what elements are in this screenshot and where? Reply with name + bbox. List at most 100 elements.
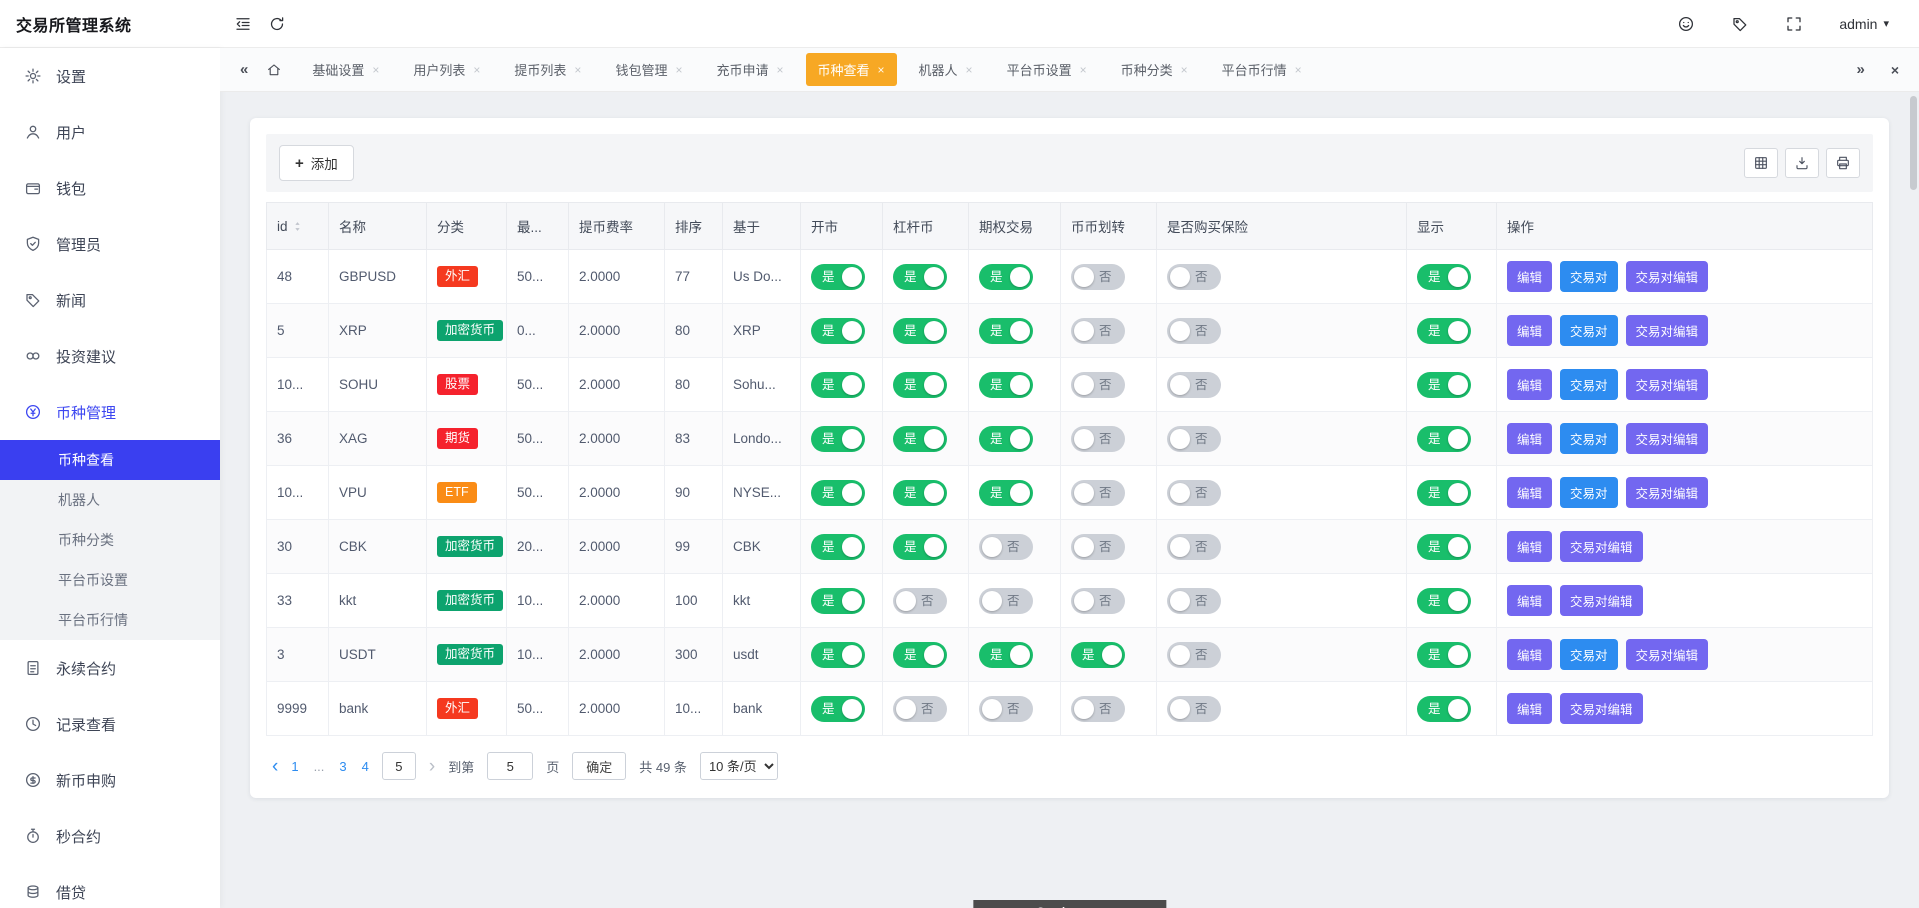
- user-dropdown[interactable]: admin ▾: [1839, 16, 1889, 32]
- sidebar-subitem-机器人[interactable]: 机器人: [0, 480, 220, 520]
- toggle-off[interactable]: 否: [979, 533, 1033, 560]
- tab-币种查看[interactable]: 币种查看 ×: [805, 53, 897, 86]
- tab-币种分类[interactable]: 币种分类 ×: [1109, 53, 1200, 86]
- current-page[interactable]: 5: [381, 752, 416, 780]
- toggle-on[interactable]: 是: [893, 371, 947, 398]
- toggle-on[interactable]: 是: [1417, 263, 1471, 290]
- tabs-scroll-left-icon[interactable]: «: [234, 61, 254, 78]
- toggle-on[interactable]: 是: [811, 263, 865, 290]
- page-size-select[interactable]: 10 条/页: [699, 752, 778, 780]
- confirm-button[interactable]: 确定: [572, 752, 627, 780]
- toggle-on[interactable]: 是: [811, 479, 865, 506]
- print-icon[interactable]: [1826, 148, 1860, 178]
- page-number-1[interactable]: 1: [291, 759, 298, 774]
- toggle-on[interactable]: 是: [893, 641, 947, 668]
- toggle-on[interactable]: 是: [979, 263, 1033, 290]
- toggle-on[interactable]: 是: [893, 425, 947, 452]
- action-button-编辑[interactable]: 编辑: [1507, 261, 1553, 292]
- sidebar-item-新币申购[interactable]: 新币申购: [0, 752, 220, 808]
- toggle-off[interactable]: 否: [1167, 533, 1221, 560]
- refresh-icon[interactable]: [268, 15, 286, 33]
- tab-钱包管理[interactable]: 钱包管理 ×: [603, 53, 694, 86]
- prev-page-icon[interactable]: ‹: [272, 757, 278, 776]
- toggle-on[interactable]: 是: [979, 641, 1033, 668]
- toggle-on[interactable]: 是: [811, 587, 865, 614]
- action-button-交易对编辑[interactable]: 交易对编辑: [1625, 369, 1709, 400]
- tab-close-icon[interactable]: ×: [372, 64, 379, 76]
- tab-close-icon[interactable]: ×: [675, 64, 682, 76]
- toggle-off[interactable]: 否: [893, 695, 947, 722]
- action-button-交易对[interactable]: 交易对: [1560, 261, 1618, 292]
- next-page-icon[interactable]: ›: [429, 757, 435, 776]
- home-icon[interactable]: [260, 62, 288, 78]
- sidebar-item-新闻[interactable]: 新闻: [0, 272, 220, 328]
- action-button-编辑[interactable]: 编辑: [1507, 423, 1553, 454]
- action-button-交易对编辑[interactable]: 交易对编辑: [1625, 261, 1709, 292]
- toggle-on[interactable]: 是: [1417, 371, 1471, 398]
- toggle-off[interactable]: 否: [1167, 695, 1221, 722]
- toggle-off[interactable]: 否: [1071, 317, 1125, 344]
- toggle-off[interactable]: 否: [1071, 695, 1125, 722]
- action-button-编辑[interactable]: 编辑: [1507, 639, 1553, 670]
- tag-icon[interactable]: [1731, 15, 1749, 33]
- action-button-编辑[interactable]: 编辑: [1507, 531, 1553, 562]
- toggle-on[interactable]: 是: [811, 641, 865, 668]
- tab-基础设置[interactable]: 基础设置 ×: [300, 53, 391, 86]
- column-header-id[interactable]: id: [266, 202, 329, 250]
- tab-close-icon[interactable]: ×: [1295, 64, 1302, 76]
- tab-平台币设置[interactable]: 平台币设置 ×: [995, 53, 1099, 86]
- action-button-交易对编辑[interactable]: 交易对编辑: [1625, 315, 1709, 346]
- page-number-4[interactable]: 4: [362, 759, 369, 774]
- toggle-on[interactable]: 是: [1417, 425, 1471, 452]
- action-button-交易对[interactable]: 交易对: [1560, 315, 1618, 346]
- toggle-on[interactable]: 是: [893, 263, 947, 290]
- tab-close-icon[interactable]: ×: [776, 64, 783, 76]
- close-tabs-icon[interactable]: ×: [1885, 62, 1905, 78]
- action-button-编辑[interactable]: 编辑: [1507, 477, 1553, 508]
- tab-close-icon[interactable]: ×: [473, 64, 480, 76]
- sidebar-item-借贷[interactable]: 借贷: [0, 864, 220, 908]
- toggle-on[interactable]: 是: [1417, 695, 1471, 722]
- sidebar-subitem-币种分类[interactable]: 币种分类: [0, 520, 220, 560]
- toggle-on[interactable]: 是: [979, 425, 1033, 452]
- tab-close-icon[interactable]: ×: [1181, 64, 1188, 76]
- tab-提币列表[interactable]: 提币列表 ×: [502, 53, 593, 86]
- tabs-scroll-right-icon[interactable]: »: [1850, 61, 1870, 78]
- tab-用户列表[interactable]: 用户列表 ×: [401, 53, 492, 86]
- tab-充币申请[interactable]: 充币申请 ×: [704, 53, 795, 86]
- smiley-icon[interactable]: [1677, 15, 1695, 33]
- sidebar-item-记录查看[interactable]: 记录查看: [0, 696, 220, 752]
- tab-平台币行情[interactable]: 平台币行情 ×: [1210, 53, 1314, 86]
- toggle-on[interactable]: 是: [811, 371, 865, 398]
- toggle-on[interactable]: 是: [979, 317, 1033, 344]
- sidebar-item-钱包[interactable]: 钱包: [0, 160, 220, 216]
- add-button[interactable]: + 添加: [279, 145, 354, 181]
- collapse-menu-icon[interactable]: [234, 15, 252, 33]
- tab-close-icon[interactable]: ×: [1080, 64, 1087, 76]
- tab-机器人[interactable]: 机器人 ×: [907, 53, 985, 86]
- tab-close-icon[interactable]: ×: [878, 64, 885, 76]
- action-button-编辑[interactable]: 编辑: [1507, 315, 1553, 346]
- sidebar-item-币种管理[interactable]: 币种管理: [0, 384, 220, 440]
- sidebar-item-设置[interactable]: 设置: [0, 48, 220, 104]
- toggle-on[interactable]: 是: [1417, 641, 1471, 668]
- action-button-交易对[interactable]: 交易对: [1560, 477, 1618, 508]
- toggle-on[interactable]: 是: [1417, 317, 1471, 344]
- fullscreen-icon[interactable]: [1785, 15, 1803, 33]
- action-button-交易对编辑[interactable]: 交易对编辑: [1625, 477, 1709, 508]
- toggle-on[interactable]: 是: [1417, 587, 1471, 614]
- toggle-on[interactable]: 是: [893, 479, 947, 506]
- toggle-on[interactable]: 是: [811, 425, 865, 452]
- action-button-交易对[interactable]: 交易对: [1560, 639, 1618, 670]
- action-button-编辑[interactable]: 编辑: [1507, 585, 1553, 616]
- toggle-on[interactable]: 是: [1417, 479, 1471, 506]
- sidebar-item-管理员[interactable]: 管理员: [0, 216, 220, 272]
- toggle-off[interactable]: 否: [1071, 425, 1125, 452]
- toggle-on[interactable]: 是: [979, 479, 1033, 506]
- sidebar-subitem-平台币行情[interactable]: 平台币行情: [0, 600, 220, 640]
- toggle-off[interactable]: 否: [893, 587, 947, 614]
- sidebar-item-投资建议[interactable]: 投资建议: [0, 328, 220, 384]
- toggle-on[interactable]: 是: [893, 317, 947, 344]
- toggle-on[interactable]: 是: [811, 695, 865, 722]
- tab-close-icon[interactable]: ×: [966, 64, 973, 76]
